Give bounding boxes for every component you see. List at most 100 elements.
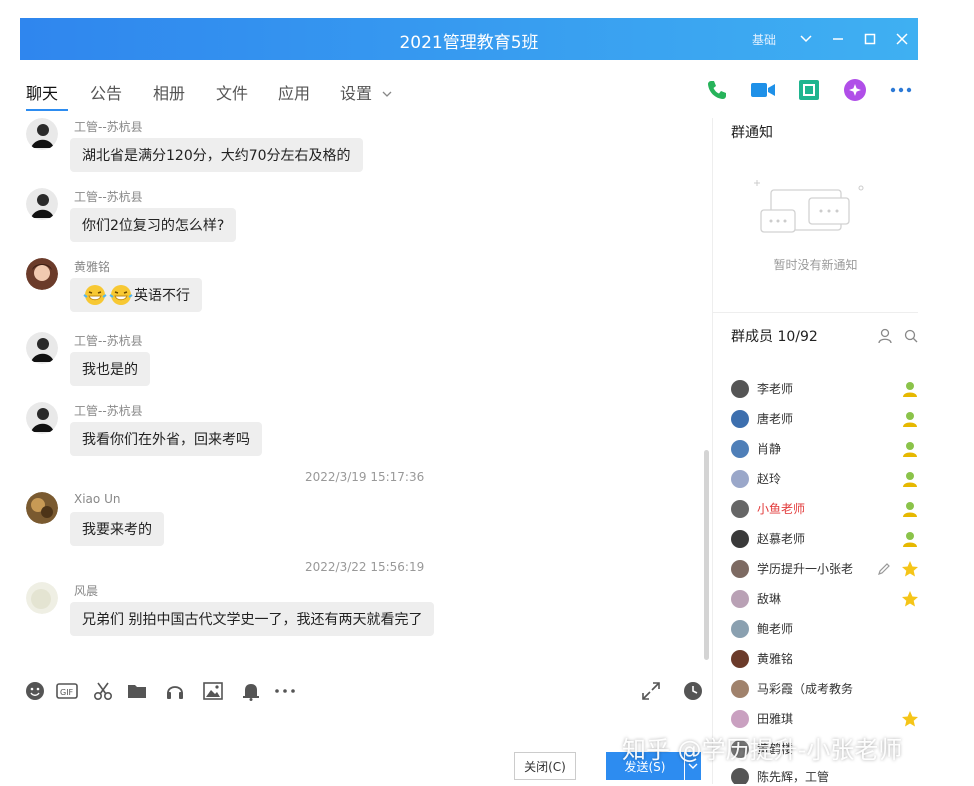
chat-scrollbar[interactable] bbox=[704, 450, 709, 660]
member-item[interactable]: 肖静 bbox=[731, 438, 918, 462]
avatar bbox=[731, 530, 749, 548]
sender-name: 黄雅铭 bbox=[74, 260, 111, 274]
tab-apps[interactable]: 应用 bbox=[278, 80, 310, 104]
add-member-icon[interactable] bbox=[878, 328, 892, 348]
empty-notice-illustration-icon bbox=[749, 174, 879, 258]
avatar[interactable] bbox=[26, 492, 58, 524]
message-bubble[interactable]: 我也是的 bbox=[70, 352, 150, 386]
message-list[interactable]: 工管--苏杭县 湖北省是满分120分，大约70分左右及格的 工管--苏杭县 你们… bbox=[20, 118, 710, 666]
gif-icon[interactable]: GIF bbox=[56, 680, 78, 702]
close-icon[interactable] bbox=[886, 18, 918, 60]
dropdown-icon[interactable] bbox=[790, 18, 822, 60]
member-item[interactable]: 鲍老师 bbox=[731, 618, 918, 642]
member-item[interactable]: 赵慕老师 bbox=[731, 528, 918, 552]
emoji-icon[interactable] bbox=[24, 680, 46, 702]
member-name: 赵慕老师 bbox=[757, 532, 806, 546]
minimize-icon[interactable] bbox=[822, 18, 854, 60]
member-name: 敌琳 bbox=[757, 592, 782, 606]
avatar[interactable] bbox=[26, 402, 58, 434]
input-toolbar: GIF bbox=[20, 676, 710, 712]
message-bubble[interactable]: 兄弟们 别拍中国古代文学史一了，我还有两天就看完了 bbox=[70, 602, 435, 636]
member-item[interactable]: 唐老师 bbox=[731, 408, 918, 432]
avatar[interactable] bbox=[26, 118, 58, 150]
more-tools-icon[interactable] bbox=[274, 680, 296, 702]
tab-bar: 聊天 公告 相册 文件 应用 设置 bbox=[20, 72, 918, 116]
avatar bbox=[731, 410, 749, 428]
message-bubble[interactable]: 我要来考的 bbox=[70, 512, 164, 546]
tab-settings[interactable]: 设置 bbox=[340, 80, 372, 104]
avatar bbox=[731, 500, 749, 518]
more-icon[interactable] bbox=[888, 77, 914, 103]
member-item[interactable]: 黄雅铭 bbox=[731, 648, 918, 672]
member-name: 学历提升一小张老 bbox=[757, 562, 854, 576]
search-member-icon[interactable] bbox=[904, 328, 918, 348]
settings-chevron-icon[interactable] bbox=[382, 84, 392, 103]
title-bar-text[interactable]: 基础 bbox=[752, 31, 776, 48]
member-item[interactable]: 陈先辉，工管 bbox=[731, 766, 918, 784]
tab-album[interactable]: 相册 bbox=[153, 80, 185, 104]
assistant-icon[interactable] bbox=[842, 77, 868, 103]
sender-name: 工管--苏杭县 bbox=[74, 120, 143, 134]
active-tab-indicator bbox=[26, 109, 68, 111]
avatar bbox=[731, 680, 749, 698]
tab-files[interactable]: 文件 bbox=[216, 80, 248, 104]
watermark: 知乎 @学历提升-小张老师 bbox=[622, 736, 903, 764]
member-name: 赵玲 bbox=[757, 472, 782, 486]
admin-badge-icon bbox=[903, 472, 917, 487]
laughing-emoji-icon bbox=[109, 285, 133, 305]
message-bubble[interactable]: 我看你们在外省，回来考吗 bbox=[70, 422, 262, 456]
send-footer: 关闭(C) 发送(S) bbox=[20, 746, 710, 784]
avatar[interactable] bbox=[26, 188, 58, 220]
scissors-icon[interactable] bbox=[92, 680, 114, 702]
admin-badge-icon bbox=[903, 382, 917, 397]
member-name: 陈先辉，工管 bbox=[757, 770, 830, 784]
avatar[interactable] bbox=[26, 582, 58, 614]
chat-window: 2021管理教育5班 基础 聊天 公告 相册 文件 应用 设置 工管--苏杭县 … bbox=[20, 18, 918, 784]
member-item[interactable]: 马彩霞（成考教务 bbox=[731, 678, 918, 702]
member-name: 马彩霞（成考教务 bbox=[757, 682, 854, 696]
member-item[interactable]: 李老师 bbox=[731, 378, 918, 402]
message-bubble[interactable]: 你们2位复习的怎么样? bbox=[70, 208, 237, 242]
music-icon[interactable] bbox=[164, 680, 186, 702]
edit-icon[interactable] bbox=[877, 562, 891, 576]
avatar bbox=[731, 710, 749, 728]
member-name: 鲍老师 bbox=[757, 622, 794, 636]
timestamp: 2022/3/19 15:17:36 bbox=[305, 470, 425, 484]
message-bubble[interactable]: 湖北省是满分120分，大约70分左右及格的 bbox=[70, 138, 363, 172]
message-text: 英语不行 bbox=[134, 288, 190, 304]
member-name: 李老师 bbox=[757, 382, 794, 396]
close-button[interactable]: 关闭(C) bbox=[514, 752, 576, 780]
tab-chat[interactable]: 聊天 bbox=[26, 80, 58, 104]
video-call-icon[interactable] bbox=[750, 77, 776, 103]
avatar bbox=[731, 650, 749, 668]
sender-name: 工管--苏杭县 bbox=[74, 404, 143, 418]
sidebar-divider bbox=[713, 312, 918, 313]
avatar bbox=[731, 380, 749, 398]
owner-star-icon bbox=[902, 591, 918, 607]
avatar[interactable] bbox=[26, 332, 58, 364]
avatar bbox=[731, 560, 749, 578]
laughing-emoji-icon bbox=[83, 285, 107, 305]
expand-icon[interactable] bbox=[640, 680, 662, 702]
avatar bbox=[731, 440, 749, 458]
sender-name: 风晨 bbox=[74, 584, 99, 598]
member-item[interactable]: 田雅琪 bbox=[731, 708, 918, 732]
member-item[interactable]: 小鱼老师 bbox=[731, 498, 918, 522]
screen-share-icon[interactable] bbox=[796, 77, 822, 103]
admin-badge-icon bbox=[903, 412, 917, 427]
phone-icon[interactable] bbox=[704, 77, 730, 103]
member-item[interactable]: 敌琳 bbox=[731, 588, 918, 612]
message-bubble[interactable]: 英语不行 bbox=[70, 278, 202, 312]
member-item[interactable]: 赵玲 bbox=[731, 468, 918, 492]
maximize-icon[interactable] bbox=[854, 18, 886, 60]
member-name: 黄雅铭 bbox=[757, 652, 794, 666]
bell-icon[interactable] bbox=[240, 680, 262, 702]
tab-announcement[interactable]: 公告 bbox=[90, 80, 122, 104]
sender-name: Xiao Un bbox=[74, 492, 121, 506]
avatar[interactable] bbox=[26, 258, 58, 290]
folder-icon[interactable] bbox=[126, 680, 148, 702]
history-clock-icon[interactable] bbox=[682, 680, 704, 702]
image-icon[interactable] bbox=[202, 680, 224, 702]
avatar bbox=[731, 590, 749, 608]
member-item[interactable]: 学历提升一小张老 bbox=[731, 558, 918, 582]
